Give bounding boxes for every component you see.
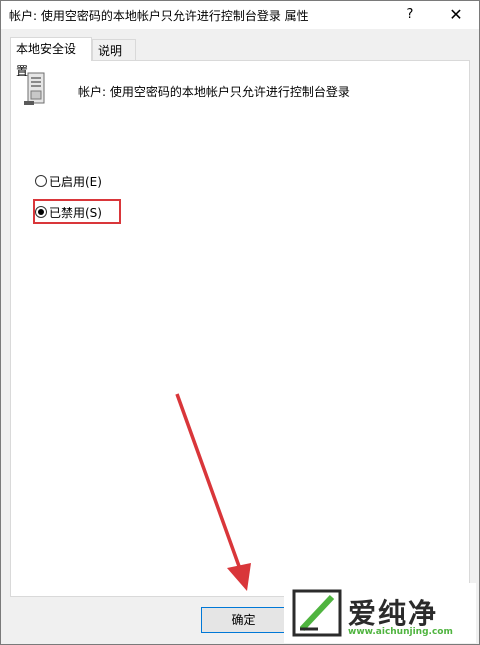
title-bar: 帐户: 使用空密码的本地帐户只允许进行控制台登录 属性 ? ✕: [1, 1, 479, 29]
watermark-url: www.aichunjing.com: [348, 627, 453, 637]
tab-explain[interactable]: 说明: [92, 39, 136, 61]
policy-name: 帐户: 使用空密码的本地帐户只允许进行控制台登录: [78, 85, 350, 99]
radio-button[interactable]: [35, 175, 47, 187]
highlight-annotation: [33, 199, 121, 224]
help-button[interactable]: ?: [387, 1, 433, 29]
watermark-brand: 爱纯净: [348, 597, 439, 630]
ok-button[interactable]: 确定: [201, 607, 286, 633]
close-button[interactable]: ✕: [433, 1, 479, 29]
brand-logo-icon: [292, 589, 344, 640]
tab-local-security-setting[interactable]: 本地安全设置: [10, 37, 92, 78]
window-title: 帐户: 使用空密码的本地帐户只允许进行控制台登录 属性: [9, 9, 309, 23]
tab-label: 说明: [98, 44, 123, 58]
properties-dialog: 帐户: 使用空密码的本地帐户只允许进行控制台登录 属性 ? ✕ 本地安全设置 说…: [0, 0, 480, 645]
radio-label: 已启用(E): [49, 174, 102, 189]
watermark: 爱纯净 www.aichunjing.com: [284, 583, 476, 643]
radio-enabled[interactable]: 已启用(E): [35, 171, 102, 191]
arrow-annotation: [175, 393, 251, 591]
